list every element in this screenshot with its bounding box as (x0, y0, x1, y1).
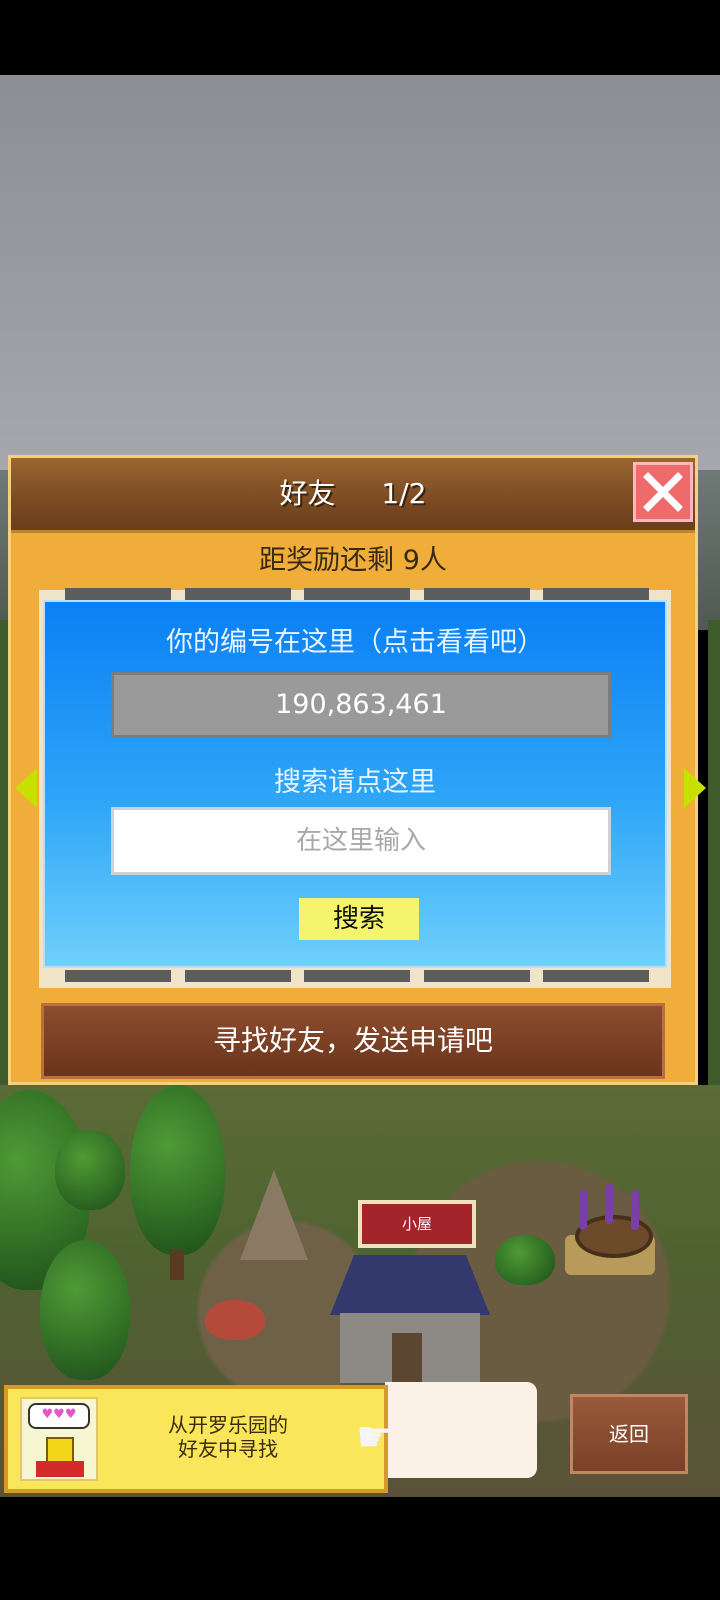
pointing-hand-icon: ☚ (356, 1412, 394, 1461)
game-screen: 小屋 好友 1/2 距奖励还剩 9人 你的编号在这里（点击看看吧） 190,86… (0, 0, 720, 1600)
dialog-title: 好友 1/2 (11, 458, 695, 530)
tree-trunk (170, 1250, 184, 1280)
search-label: 搜索请点这里 (274, 767, 436, 798)
player-id-display[interactable]: 190,863,461 (111, 672, 611, 738)
close-button[interactable] (633, 462, 693, 522)
heart-speech-bubble: ♥♥♥ (28, 1403, 90, 1429)
arrow-left-icon[interactable] (15, 768, 37, 808)
tree (40, 1240, 130, 1380)
panel-studs-bottom (65, 970, 649, 982)
cottage-roof (330, 1255, 490, 1315)
well-building[interactable] (565, 1184, 655, 1285)
well-tentacle (605, 1184, 613, 1224)
id-label: 你的编号在这里（点击看看吧） (166, 627, 544, 658)
search-button[interactable]: 搜索 (299, 898, 419, 940)
rock-spire (240, 1170, 308, 1260)
chick-avatar-icon: ♥♥♥ (20, 1397, 98, 1481)
friends-dialog: 好友 1/2 距奖励还剩 9人 你的编号在这里（点击看看吧） 190,863,4… (8, 455, 698, 1085)
dialog-title-text: 好友 (279, 477, 336, 510)
cottage-building[interactable] (330, 1255, 490, 1383)
building-label: 小屋 (358, 1200, 476, 1248)
id-panel: 你的编号在这里（点击看看吧） 190,863,461 搜索请点这里 在这里输入 … (43, 600, 667, 968)
hint-bubble-tail (385, 1382, 537, 1478)
sky-background (0, 75, 720, 505)
tree (130, 1085, 225, 1255)
close-icon (643, 472, 683, 512)
page-indicator: 1/2 (381, 477, 427, 510)
cottage-door (392, 1333, 422, 1383)
hint-line-2: 好友中寻找 (178, 1437, 278, 1461)
well-tentacle (579, 1190, 587, 1230)
search-input[interactable]: 在这里输入 (111, 807, 611, 875)
bush (205, 1300, 265, 1340)
well-tentacle (631, 1190, 639, 1230)
back-button[interactable]: 返回 (570, 1394, 688, 1474)
hint-line-1: 从开罗乐园的 (168, 1413, 288, 1437)
status-bar (0, 0, 720, 75)
dialog-header: 好友 1/2 (11, 458, 695, 533)
chick-body (36, 1461, 84, 1477)
chick-head (46, 1437, 74, 1463)
id-panel-frame: 你的编号在这里（点击看看吧） 190,863,461 搜索请点这里 在这里输入 … (39, 588, 671, 988)
right-scene-strip (708, 620, 720, 1090)
hint-box: ♥♥♥ 从开罗乐园的 好友中寻找 (4, 1385, 388, 1493)
arrow-right-icon[interactable] (684, 768, 706, 808)
find-friends-button[interactable]: 寻找好友，发送申请吧 (41, 1003, 665, 1079)
navigation-bar (0, 1497, 720, 1600)
bush (495, 1235, 555, 1285)
reward-countdown: 距奖励还剩 9人 (259, 545, 447, 576)
tree (55, 1130, 125, 1210)
hint-text: 从开罗乐园的 好友中寻找 (128, 1413, 328, 1461)
panel-studs-top (65, 588, 649, 600)
